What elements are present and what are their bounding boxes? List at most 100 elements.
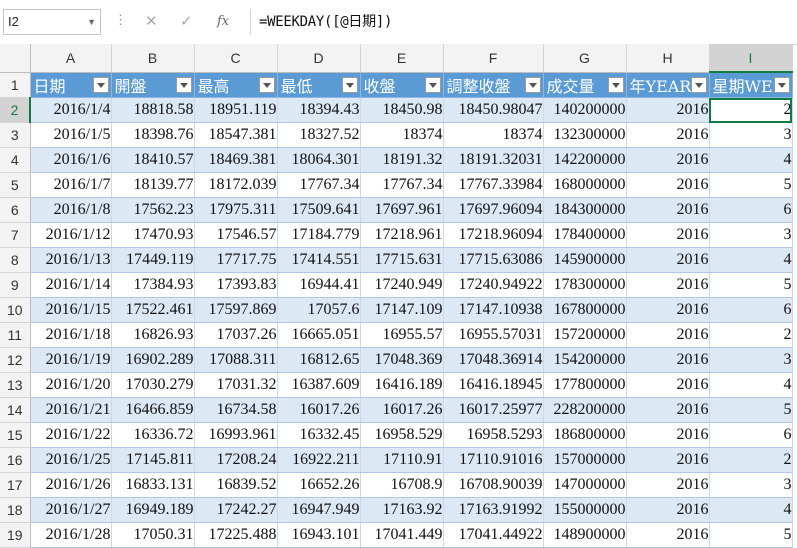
table-cell[interactable]: 3: [709, 347, 793, 373]
table-cell[interactable]: 17384.93: [111, 272, 195, 298]
table-cell[interactable]: 2016: [626, 147, 710, 173]
row-header[interactable]: 7: [0, 222, 31, 248]
table-cell[interactable]: 2016: [626, 197, 710, 223]
row-header[interactable]: 13: [0, 372, 31, 398]
table-cell[interactable]: 2016: [626, 172, 710, 198]
select-all-corner[interactable]: [0, 44, 31, 73]
table-cell[interactable]: 2016: [626, 372, 710, 398]
table-cell[interactable]: 2016: [626, 222, 710, 248]
table-cell[interactable]: 186800000: [543, 422, 627, 448]
table-cell[interactable]: 16812.65: [277, 347, 361, 373]
table-cell[interactable]: 16708.9: [360, 472, 444, 498]
table-cell[interactable]: 18469.381: [194, 147, 278, 173]
table-cell[interactable]: 2016/1/14: [30, 272, 112, 298]
table-cell[interactable]: 16652.26: [277, 472, 361, 498]
row-header[interactable]: 14: [0, 397, 31, 423]
table-cell[interactable]: 148900000: [543, 522, 627, 548]
table-cell[interactable]: 2016/1/6: [30, 147, 112, 173]
filter-dropdown-icon[interactable]: [341, 76, 358, 93]
table-cell[interactable]: 17597.869: [194, 297, 278, 323]
table-cell[interactable]: 2016/1/28: [30, 522, 112, 548]
table-cell[interactable]: 17522.461: [111, 297, 195, 323]
insert-function-icon[interactable]: fx: [217, 13, 229, 31]
table-cell[interactable]: 17041.44922: [443, 522, 544, 548]
column-header-a[interactable]: A: [30, 44, 112, 73]
table-cell[interactable]: 16826.93: [111, 322, 195, 348]
table-cell[interactable]: 4: [709, 497, 793, 523]
table-cell[interactable]: 17110.91016: [443, 447, 544, 473]
table-cell[interactable]: 178400000: [543, 222, 627, 248]
table-cell[interactable]: 17037.26: [194, 322, 278, 348]
table-cell[interactable]: 2016/1/18: [30, 322, 112, 348]
table-cell[interactable]: 16955.57: [360, 322, 444, 348]
table-cell[interactable]: 6: [709, 297, 793, 323]
table-cell[interactable]: 18327.52: [277, 122, 361, 148]
table-cell[interactable]: 18818.58: [111, 97, 195, 123]
table-cell[interactable]: 17110.91: [360, 447, 444, 473]
filter-dropdown-icon[interactable]: [92, 76, 109, 93]
table-cell[interactable]: 2016/1/26: [30, 472, 112, 498]
table-cell[interactable]: 2016/1/13: [30, 247, 112, 273]
row-header[interactable]: 1: [0, 72, 31, 98]
table-cell[interactable]: 16708.90039: [443, 472, 544, 498]
table-cell[interactable]: 17717.75: [194, 247, 278, 273]
table-cell[interactable]: 18374: [360, 122, 444, 148]
table-cell[interactable]: 16332.45: [277, 422, 361, 448]
table-cell[interactable]: 17449.119: [111, 247, 195, 273]
row-header[interactable]: 17: [0, 472, 31, 498]
table-cell[interactable]: 17242.27: [194, 497, 278, 523]
enter-icon[interactable]: ✓: [180, 13, 193, 31]
filter-dropdown-icon[interactable]: [607, 76, 624, 93]
table-cell[interactable]: 17470.93: [111, 222, 195, 248]
table-column-header[interactable]: 日期: [30, 72, 112, 98]
table-cell[interactable]: 18191.32: [360, 147, 444, 173]
table-cell[interactable]: 2016/1/8: [30, 197, 112, 223]
column-header-i[interactable]: I: [709, 44, 793, 73]
column-header-f[interactable]: F: [443, 44, 544, 73]
row-header[interactable]: 4: [0, 147, 31, 173]
name-box[interactable]: I2 ▼: [3, 9, 101, 35]
table-cell[interactable]: 16943.101: [277, 522, 361, 548]
table-cell[interactable]: 17048.369: [360, 347, 444, 373]
table-column-header[interactable]: 成交量: [543, 72, 627, 98]
table-cell[interactable]: 16955.57031: [443, 322, 544, 348]
row-header[interactable]: 3: [0, 122, 31, 148]
table-cell[interactable]: 5: [709, 172, 793, 198]
table-cell[interactable]: 17030.279: [111, 372, 195, 398]
table-cell[interactable]: 177800000: [543, 372, 627, 398]
table-cell[interactable]: 17163.92: [360, 497, 444, 523]
table-cell[interactable]: 17414.551: [277, 247, 361, 273]
table-cell[interactable]: 17088.311: [194, 347, 278, 373]
table-cell[interactable]: 178300000: [543, 272, 627, 298]
table-cell[interactable]: 17048.36914: [443, 347, 544, 373]
table-cell[interactable]: 157200000: [543, 322, 627, 348]
table-cell[interactable]: 17163.91992: [443, 497, 544, 523]
column-header-h[interactable]: H: [626, 44, 710, 73]
table-cell[interactable]: 2: [709, 447, 793, 473]
row-header[interactable]: 6: [0, 197, 31, 223]
table-cell[interactable]: 18410.57: [111, 147, 195, 173]
table-cell[interactable]: 2016: [626, 472, 710, 498]
table-column-header[interactable]: 調整收盤: [443, 72, 544, 98]
table-cell[interactable]: 4: [709, 147, 793, 173]
more-icon[interactable]: ⋮: [114, 12, 127, 28]
row-header[interactable]: 16: [0, 447, 31, 473]
column-header-e[interactable]: E: [360, 44, 444, 73]
table-cell[interactable]: 17240.94922: [443, 272, 544, 298]
table-cell[interactable]: 167800000: [543, 297, 627, 323]
table-cell[interactable]: 17145.811: [111, 447, 195, 473]
row-header[interactable]: 18: [0, 497, 31, 523]
table-cell[interactable]: 2016: [626, 122, 710, 148]
formula-input[interactable]: =WEEKDAY([@日期]): [250, 9, 797, 35]
table-cell[interactable]: 2016/1/5: [30, 122, 112, 148]
table-cell[interactable]: 16387.609: [277, 372, 361, 398]
table-cell[interactable]: 16336.72: [111, 422, 195, 448]
table-cell[interactable]: 17218.961: [360, 222, 444, 248]
table-cell[interactable]: 16734.58: [194, 397, 278, 423]
table-cell[interactable]: 17208.24: [194, 447, 278, 473]
table-cell[interactable]: 17715.631: [360, 247, 444, 273]
table-cell[interactable]: 2016/1/27: [30, 497, 112, 523]
table-cell[interactable]: 17393.83: [194, 272, 278, 298]
table-cell[interactable]: 154200000: [543, 347, 627, 373]
table-cell[interactable]: 142200000: [543, 147, 627, 173]
